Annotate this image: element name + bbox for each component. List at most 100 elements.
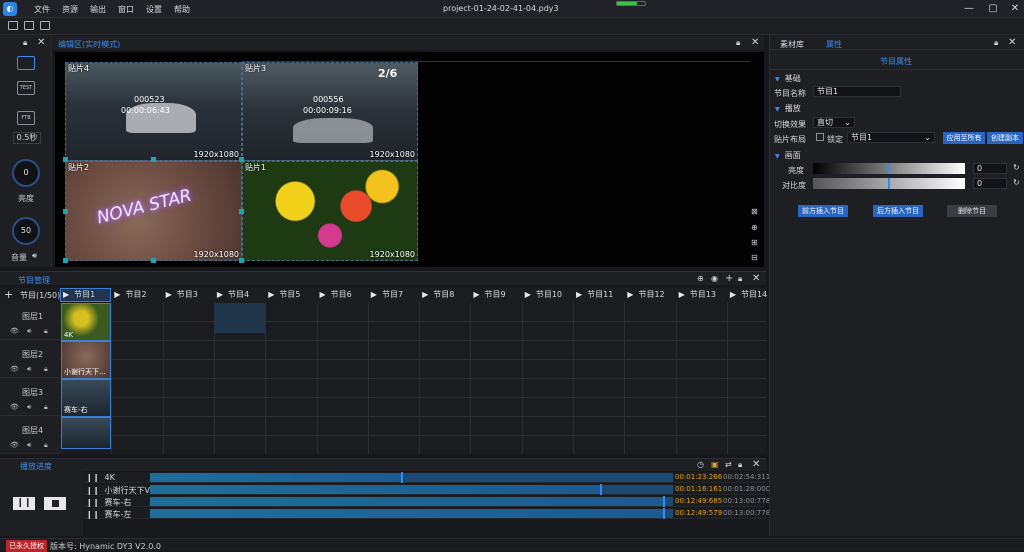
- playback-row[interactable]: ❙❙ 赛车-右 00:12:49:685 00:13:00:778: [83, 496, 770, 507]
- save-icon[interactable]: [40, 21, 50, 30]
- menu-help[interactable]: 帮助: [174, 4, 190, 15]
- program-tab[interactable]: 节目9: [473, 289, 506, 301]
- lock-icon[interactable]: 🔒︎: [738, 274, 742, 284]
- brightness-input[interactable]: 0: [973, 163, 1007, 174]
- layer-row[interactable]: 图层3 👁︎ 🔊︎ 🔒︎: [0, 378, 60, 416]
- speaker-icon[interactable]: 🔊︎: [27, 403, 31, 412]
- program-tab[interactable]: 节目3: [166, 289, 198, 301]
- visible-icon[interactable]: 👁︎: [10, 441, 19, 449]
- program-tab[interactable]: 节目11: [576, 289, 613, 301]
- switch-effect-select[interactable]: 直切 ⌄: [813, 117, 855, 128]
- menu-settings[interactable]: 设置: [146, 4, 162, 15]
- add-program-icon[interactable]: +: [4, 288, 13, 301]
- playback-row[interactable]: ❙❙ 4K 00:01:23:266 00:02:54:311: [83, 472, 770, 483]
- contrast-slider[interactable]: [813, 178, 965, 189]
- program-tab[interactable]: 节目2: [114, 289, 146, 301]
- program-tab[interactable]: 节目14: [730, 289, 767, 301]
- speaker-icon[interactable]: 🔊︎: [27, 441, 31, 450]
- visible-icon[interactable]: 👁︎: [10, 365, 19, 373]
- menu-output[interactable]: 输出: [90, 4, 106, 15]
- playback-row[interactable]: ❙❙ 小谢行天下V3.... 00:01:16:161 00:01:28:000: [83, 484, 770, 495]
- minimize-icon[interactable]: —: [962, 2, 976, 16]
- apply-all-button[interactable]: 应用至所有: [943, 132, 985, 144]
- program-tab[interactable]: 节目12: [627, 289, 664, 301]
- resize-handle[interactable]: [239, 258, 244, 263]
- target-icon[interactable]: ⊕: [697, 274, 704, 283]
- resize-handle[interactable]: [239, 209, 244, 214]
- insert-after-button[interactable]: 后方插入节目: [873, 205, 923, 217]
- add-icon[interactable]: +: [725, 273, 733, 284]
- program-tab[interactable]: 节目1: [63, 289, 95, 301]
- maximize-icon[interactable]: ▢: [986, 2, 1000, 16]
- preview-canvas[interactable]: 000523 00:00:06:43 贴片4 1920x1080 2/6 000…: [55, 52, 764, 267]
- section-play[interactable]: ▼ 播放: [775, 103, 801, 114]
- crosshair-icon[interactable]: ⊕: [751, 223, 758, 232]
- layer-row[interactable]: 图层1 👁︎ 🔊︎ 🔒︎: [0, 302, 60, 340]
- program-tab[interactable]: 节目4: [217, 289, 249, 301]
- resize-handle[interactable]: [239, 157, 244, 162]
- section-basic[interactable]: ▼ 基础: [775, 73, 801, 84]
- resize-handle[interactable]: [151, 157, 156, 162]
- playback-row[interactable]: ❙❙ 赛车-左 00:12:49:579 00:13:00:778: [83, 508, 770, 519]
- tab-properties[interactable]: 属性: [826, 39, 842, 50]
- close-panel-icon[interactable]: ✕: [751, 37, 759, 48]
- progress-marker[interactable]: [662, 496, 665, 507]
- lock-icon[interactable]: 🔒︎: [44, 403, 48, 412]
- swap-icon[interactable]: ⇄: [725, 460, 732, 469]
- menu-resource[interactable]: 资源: [62, 4, 78, 15]
- tile-3[interactable]: 2/6 000556 00:00:09:16 贴片3 1920x1080: [242, 62, 418, 161]
- delete-program-button[interactable]: 删除节目: [947, 205, 997, 217]
- pin-icon[interactable]: ▣: [711, 460, 719, 469]
- clip-layer2[interactable]: 小谢行天下...: [61, 341, 111, 379]
- close-panel-icon[interactable]: ✕: [37, 37, 45, 48]
- visible-icon[interactable]: 👁︎: [10, 327, 19, 335]
- open-folder-icon[interactable]: [24, 21, 34, 30]
- lock-icon[interactable]: 🔒︎: [738, 460, 742, 470]
- clip-layer1[interactable]: 4K: [61, 303, 111, 341]
- progress-bar[interactable]: [150, 497, 673, 506]
- program-tab[interactable]: 节目13: [679, 289, 716, 301]
- program-tab[interactable]: 节目6: [320, 289, 352, 301]
- insert-before-button[interactable]: 前方插入节目: [798, 205, 848, 217]
- program-tab[interactable]: 节目5: [268, 289, 300, 301]
- speaker-icon[interactable]: 🔊︎: [32, 251, 37, 261]
- menu-window[interactable]: 窗口: [118, 4, 134, 15]
- lock-icon[interactable]: 🔒︎: [44, 441, 48, 450]
- clip-layer3[interactable]: 赛车-右: [61, 379, 111, 417]
- close-panel-icon[interactable]: ✕: [752, 273, 760, 284]
- duration-field[interactable]: 0.5秒: [13, 132, 41, 144]
- layout-select[interactable]: 节目1 ⌄: [847, 132, 935, 143]
- visible-icon[interactable]: 👁︎: [10, 403, 19, 411]
- resize-handle[interactable]: [63, 209, 68, 214]
- pause-button[interactable]: ❙❙: [13, 497, 35, 510]
- progress-marker[interactable]: [599, 484, 602, 495]
- speaker-icon[interactable]: 🔊︎: [27, 327, 31, 336]
- close-window-icon[interactable]: ✕: [1008, 2, 1022, 16]
- clock-icon[interactable]: ◷: [697, 460, 704, 469]
- fit-screen-icon[interactable]: ⊠: [751, 207, 758, 216]
- tile-1[interactable]: 贴片1 1920x1080: [242, 161, 418, 261]
- resize-handle[interactable]: [63, 157, 68, 162]
- layer-row[interactable]: 图层2 👁︎ 🔊︎ 🔒︎: [0, 340, 60, 378]
- tile-4[interactable]: 000523 00:00:06:43 贴片4 1920x1080: [65, 62, 242, 161]
- brightness-slider[interactable]: [813, 163, 965, 174]
- program-name-input[interactable]: 节目1: [813, 86, 901, 97]
- progress-bar[interactable]: [150, 509, 673, 518]
- resize-handle[interactable]: [63, 258, 68, 263]
- monitor-icon[interactable]: [17, 56, 35, 70]
- ftb-button[interactable]: FTB: [17, 111, 35, 125]
- clip-layer4[interactable]: [61, 417, 111, 449]
- reset-icon[interactable]: ↻: [1013, 163, 1020, 172]
- lock-icon[interactable]: 🔒︎: [23, 38, 27, 48]
- close-panel-icon[interactable]: ✕: [1008, 37, 1016, 48]
- lock-icon[interactable]: 🔒︎: [44, 365, 48, 374]
- layer-grid[interactable]: [60, 302, 766, 454]
- lock-icon[interactable]: 🔒︎: [44, 327, 48, 336]
- stop-button[interactable]: [44, 497, 66, 510]
- speaker-icon[interactable]: 🔊︎: [27, 365, 31, 374]
- menu-file[interactable]: 文件: [34, 4, 50, 15]
- create-copy-button[interactable]: 创建副本: [987, 132, 1023, 144]
- close-panel-icon[interactable]: ✕: [752, 459, 760, 470]
- layer-row[interactable]: 图层4 👁︎ 🔊︎ 🔒︎: [0, 416, 60, 454]
- program-tab[interactable]: 节目10: [525, 289, 562, 301]
